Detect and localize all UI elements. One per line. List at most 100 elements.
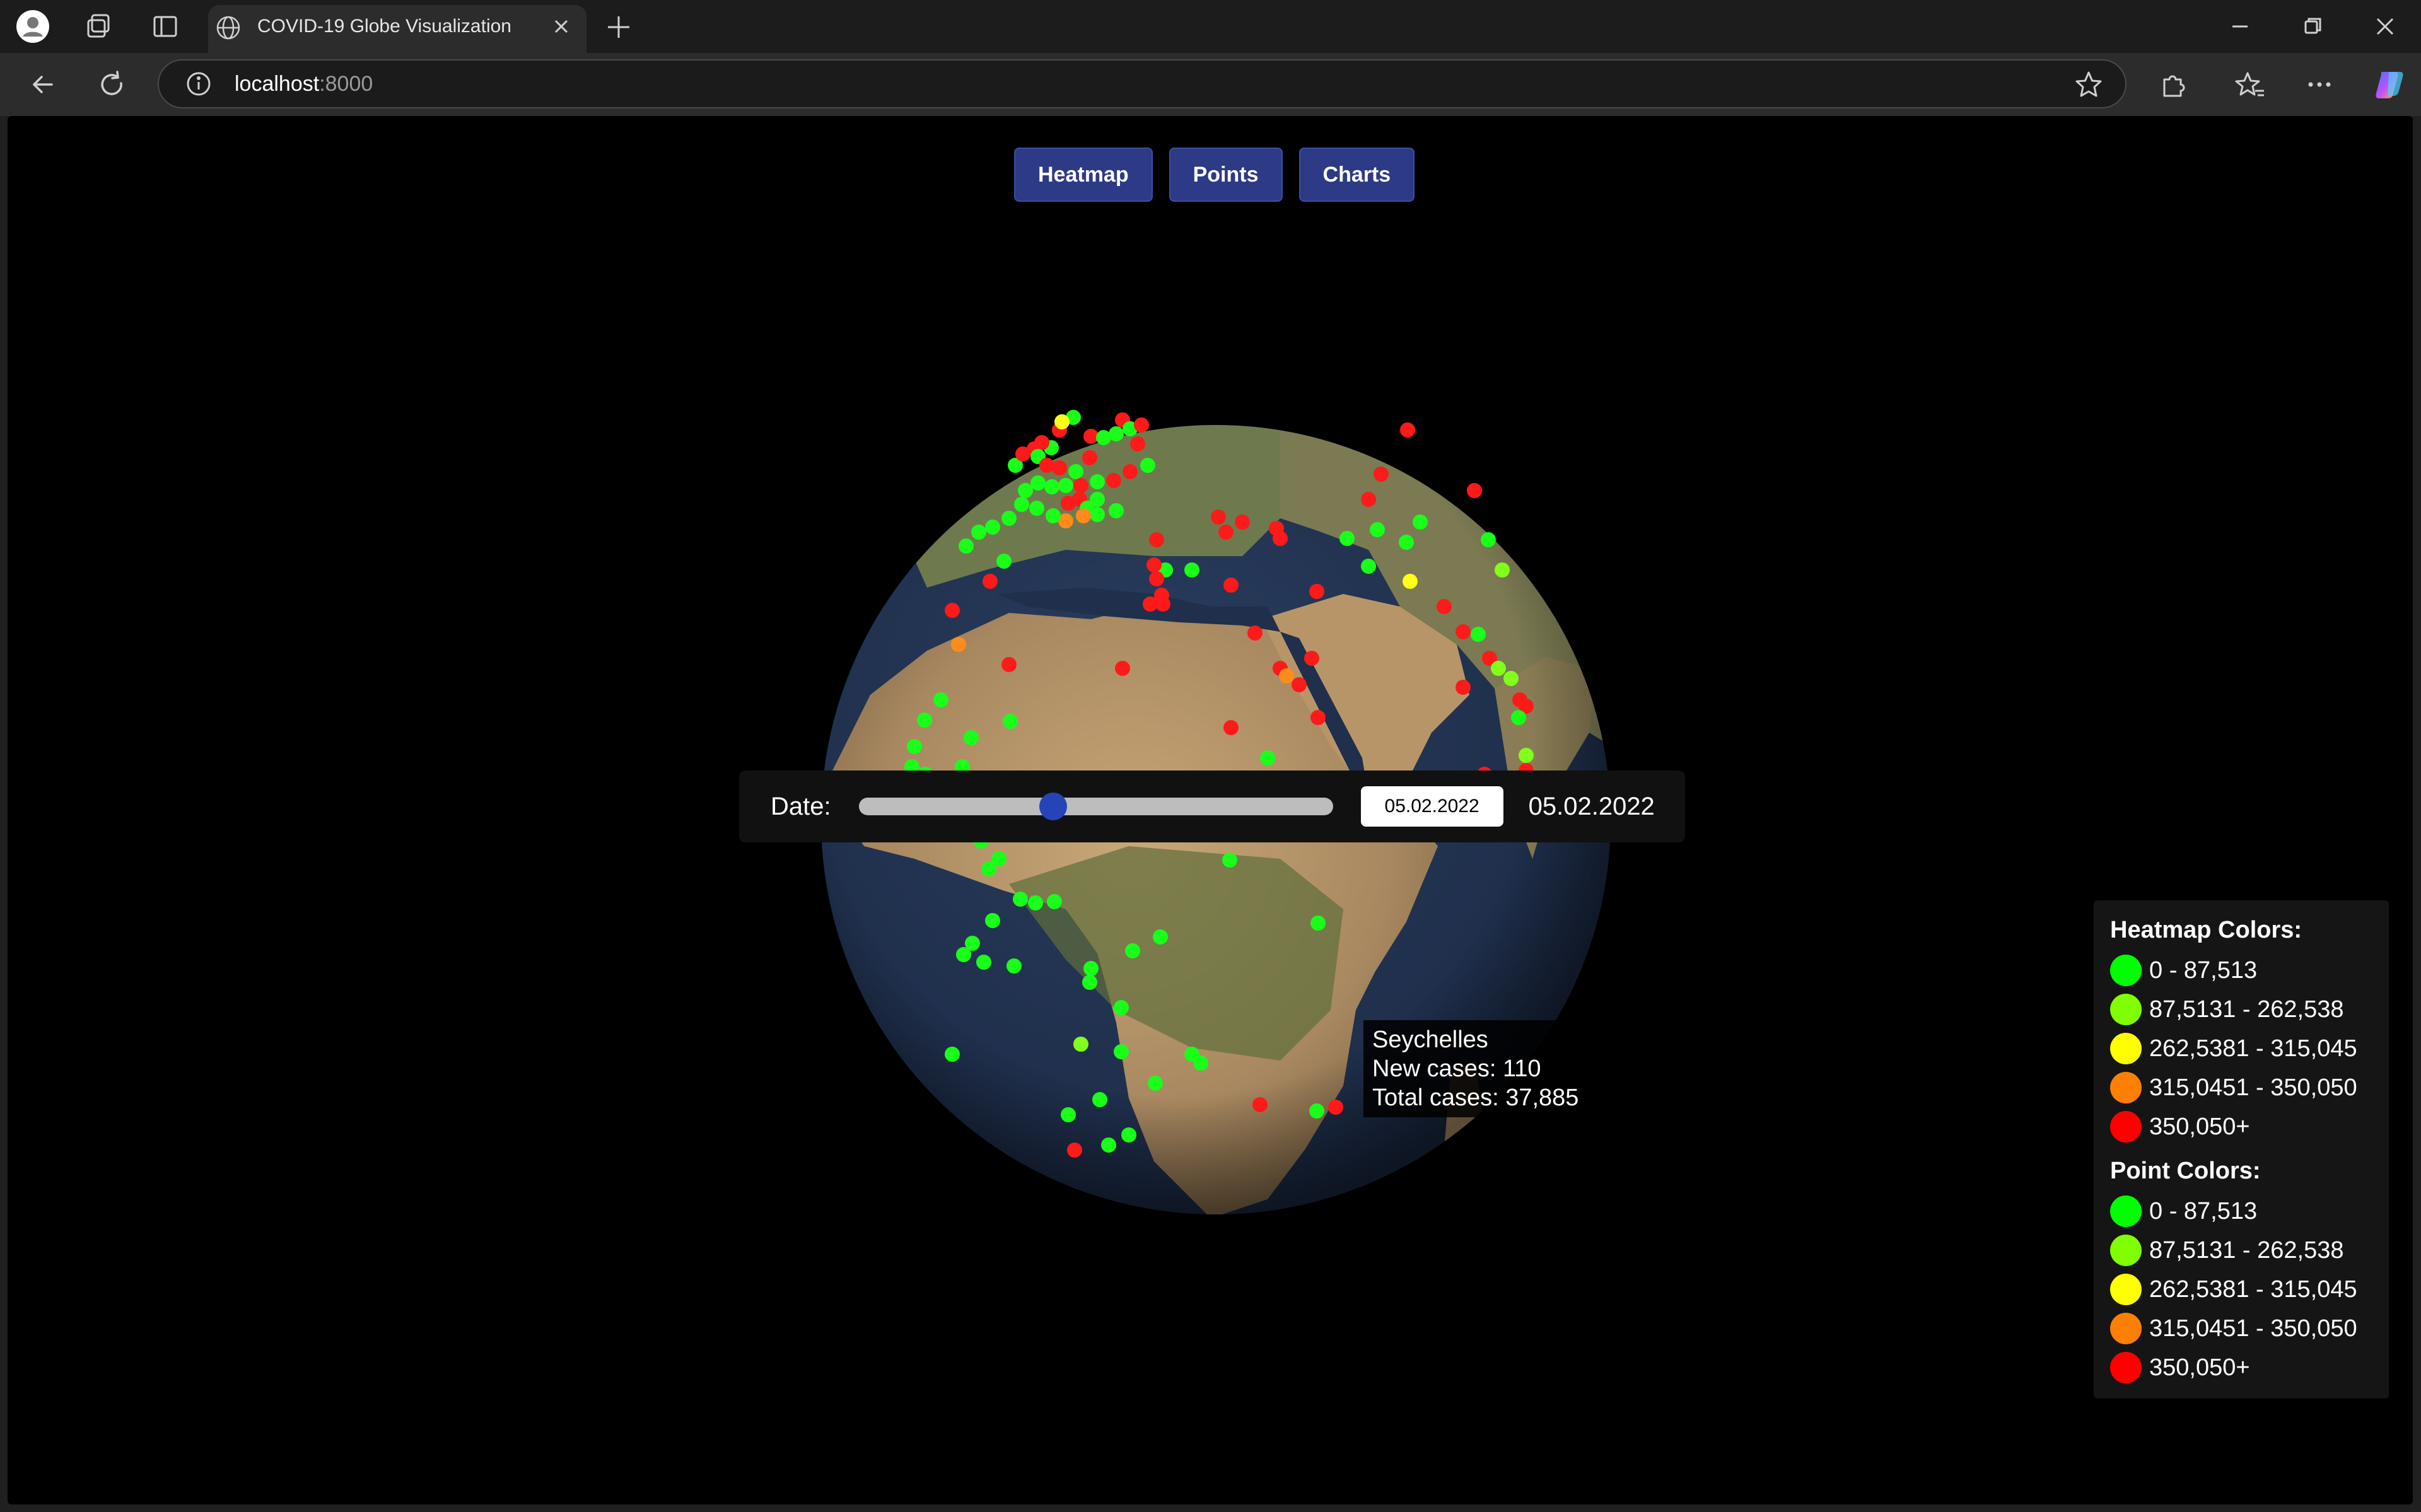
charts-button[interactable]: Charts xyxy=(1298,148,1415,202)
point[interactable] xyxy=(971,525,986,540)
point[interactable] xyxy=(1471,627,1486,642)
point[interactable] xyxy=(1109,426,1124,441)
point[interactable] xyxy=(1052,460,1067,475)
date-input[interactable]: 05.02.2022 xyxy=(1360,786,1503,827)
point[interactable] xyxy=(1083,961,1099,976)
point[interactable] xyxy=(1121,1127,1136,1143)
point[interactable] xyxy=(1211,509,1226,525)
point[interactable] xyxy=(933,692,948,707)
heatmap-button[interactable]: Heatmap xyxy=(1014,148,1153,202)
point[interactable] xyxy=(1018,483,1033,498)
puzzle-icon[interactable] xyxy=(2157,68,2190,101)
point[interactable] xyxy=(956,947,971,962)
point[interactable] xyxy=(976,955,991,970)
refresh-icon[interactable] xyxy=(95,67,130,102)
point[interactable] xyxy=(1223,720,1239,735)
point[interactable] xyxy=(1292,677,1307,692)
point[interactable] xyxy=(1269,521,1284,536)
point[interactable] xyxy=(1047,894,1062,909)
point[interactable] xyxy=(1090,492,1105,507)
point[interactable] xyxy=(951,637,966,652)
point[interactable] xyxy=(1361,559,1376,574)
point[interactable] xyxy=(1076,508,1091,523)
point[interactable] xyxy=(1491,661,1506,676)
point[interactable] xyxy=(1073,478,1088,493)
point[interactable] xyxy=(1140,458,1155,473)
minimize-icon[interactable] xyxy=(2221,9,2259,44)
restore-icon[interactable] xyxy=(2293,9,2331,44)
new-tab-icon[interactable] xyxy=(603,11,634,43)
point[interactable] xyxy=(1014,497,1029,512)
point[interactable] xyxy=(1090,507,1105,522)
point[interactable] xyxy=(1006,958,1022,974)
point[interactable] xyxy=(1123,464,1138,479)
point[interactable] xyxy=(1125,943,1140,958)
point[interactable] xyxy=(1030,475,1046,491)
point[interactable] xyxy=(1403,574,1418,589)
point[interactable] xyxy=(1001,511,1017,526)
point[interactable] xyxy=(1149,532,1164,547)
point[interactable] xyxy=(1374,467,1389,482)
point[interactable] xyxy=(985,520,1000,535)
point[interactable] xyxy=(1130,436,1145,451)
point[interactable] xyxy=(959,538,974,554)
point[interactable] xyxy=(1149,571,1164,586)
point[interactable] xyxy=(1146,557,1162,573)
point[interactable] xyxy=(1400,422,1415,438)
point[interactable] xyxy=(1067,1143,1082,1158)
point[interactable] xyxy=(1399,535,1414,550)
point[interactable] xyxy=(1519,748,1534,763)
point[interactable] xyxy=(1260,750,1275,765)
point[interactable] xyxy=(1328,1100,1343,1115)
point[interactable] xyxy=(1503,671,1519,686)
point[interactable] xyxy=(1310,916,1326,931)
points-button[interactable]: Points xyxy=(1169,148,1283,202)
point[interactable] xyxy=(1309,1103,1324,1119)
point[interactable] xyxy=(1092,1092,1107,1107)
point[interactable] xyxy=(1109,503,1124,518)
point[interactable] xyxy=(1456,680,1471,695)
point[interactable] xyxy=(1061,1107,1076,1122)
star-icon[interactable] xyxy=(2072,68,2105,101)
point[interactable] xyxy=(1028,895,1043,910)
point[interactable] xyxy=(1222,852,1237,868)
point[interactable] xyxy=(1148,1076,1163,1091)
point[interactable] xyxy=(1252,1097,1268,1112)
point[interactable] xyxy=(1114,1000,1129,1015)
point[interactable] xyxy=(1034,435,1049,450)
info-icon[interactable] xyxy=(183,68,214,100)
point[interactable] xyxy=(1511,710,1526,725)
point[interactable] xyxy=(1361,492,1376,507)
favorites-icon[interactable] xyxy=(2234,68,2266,101)
point[interactable] xyxy=(1082,450,1097,465)
point[interactable] xyxy=(1184,562,1199,578)
point[interactable] xyxy=(1413,515,1428,530)
close-tab-icon[interactable] xyxy=(547,13,575,40)
point[interactable] xyxy=(1001,657,1017,672)
point[interactable] xyxy=(1193,1055,1208,1071)
point[interactable] xyxy=(1029,501,1044,516)
point[interactable] xyxy=(1106,473,1121,488)
point[interactable] xyxy=(1101,1137,1116,1153)
point[interactable] xyxy=(1090,474,1105,489)
point[interactable] xyxy=(1309,584,1324,599)
more-icon[interactable] xyxy=(2303,68,2336,101)
point[interactable] xyxy=(1013,892,1028,907)
point[interactable] xyxy=(964,730,979,745)
point[interactable] xyxy=(945,1047,960,1062)
point[interactable] xyxy=(1247,625,1263,641)
point[interactable] xyxy=(1310,710,1326,725)
close-window-icon[interactable] xyxy=(2366,9,2404,44)
point[interactable] xyxy=(1046,508,1061,523)
workspaces-icon[interactable] xyxy=(81,9,116,44)
point[interactable] xyxy=(1068,464,1083,479)
point[interactable] xyxy=(1153,929,1168,945)
address-bar[interactable] xyxy=(158,59,2126,108)
point[interactable] xyxy=(983,574,998,589)
point[interactable] xyxy=(1279,668,1294,683)
date-slider-thumb[interactable] xyxy=(1039,793,1067,820)
back-arrow-icon[interactable] xyxy=(25,67,61,102)
point[interactable] xyxy=(1044,479,1059,494)
point[interactable] xyxy=(1115,661,1130,676)
point[interactable] xyxy=(1218,525,1234,540)
